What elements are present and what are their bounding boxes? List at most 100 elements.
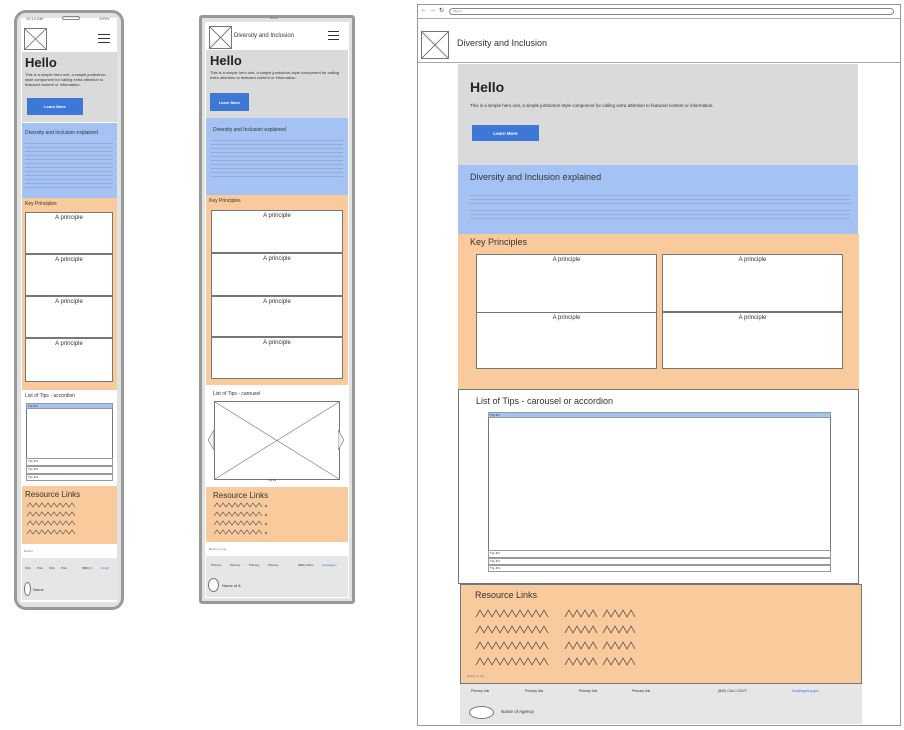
desktop-resource-title: Resource Links [475,590,538,600]
desktop-principle-card[interactable]: A principle [662,312,843,369]
desktop-principle-card[interactable]: A principle [476,254,657,313]
tablet-return-link[interactable]: Return to top [209,547,226,551]
tablet-footer-link[interactable]: Primary [211,563,221,567]
tablet-footer-link[interactable]: Primary [268,563,278,567]
desktop-tips-item-open[interactable]: Tip #1 [488,412,831,418]
principle-label: A principle [552,315,581,321]
mobile-return-link[interactable]: Return [24,549,33,553]
tablet-explained-title: Diversity and Inclusion explained [213,127,286,133]
mobile-principle-card[interactable]: A principle [25,212,113,254]
desktop-key-principles-title: Key Principles [470,237,528,247]
desktop-principle-card[interactable]: A principle [476,312,657,369]
principle-label: A principle [263,256,291,262]
principle-label: A principle [55,341,83,347]
desktop-header-divider [418,62,900,63]
tablet-carousel-prev-arrow-icon[interactable] [208,430,214,450]
mobile-agency-logo-icon [24,582,31,596]
tablet-footer-link[interactable]: Primary [230,563,240,567]
tablet-hamburger-menu-icon[interactable] [328,31,339,43]
principle-label: A principle [738,257,767,263]
mobile-footer-link[interactable]: Prim [49,566,55,570]
tablet-footer-email[interactable]: info@agen [322,563,337,567]
desktop-url-text: https:// [453,9,463,13]
desktop-learn-more-button[interactable]: Learn More [472,125,539,141]
mobile-explained-body-text [25,143,113,190]
tablet-hero-title: Hello [210,53,242,68]
mobile-accordion-item[interactable]: Tip #3 [26,466,113,474]
mobile-resource-links-squiggle[interactable] [26,502,78,538]
mobile-hero-title: Hello [25,55,57,70]
mobile-footer-link[interactable]: Prim [61,566,67,570]
tablet-footer-link[interactable]: Primary [249,563,259,567]
mobile-hero-text: This is a simple hero unit, a simple jum… [25,72,107,87]
mobile-accordion-item[interactable]: Tip #2 [26,458,113,466]
desktop-footer-link[interactable]: Primary link [579,689,597,693]
mobile-speaker-icon [62,16,80,20]
tablet-principle-card[interactable]: A principle [211,253,343,296]
desktop-refresh-icon[interactable]: ↻ [439,7,444,14]
tablet-logo-placeholder-icon [209,26,232,49]
desktop-agency-logo-icon [469,706,494,719]
desktop-agency-name: Name of Agency [501,709,535,714]
desktop-forward-icon[interactable]: → [430,7,436,13]
mobile-logo-placeholder-icon [24,28,47,50]
desktop-logo-placeholder-icon [421,31,449,59]
desktop-tips-list [488,412,831,572]
desktop-principle-card[interactable]: A principle [662,254,843,312]
tablet-key-principles-title: Key Principles [209,198,241,204]
desktop-footer-link[interactable]: Primary link [525,689,543,693]
tablet-carousel-next-arrow-icon[interactable] [338,430,344,450]
principle-label: A principle [263,340,291,346]
tablet-learn-more-button[interactable]: Learn More [210,93,249,111]
desktop-tips-item[interactable]: Tip #2 [488,550,831,558]
mobile-footer-link[interactable]: Prim [25,566,31,570]
tablet-hero-text: This is a simple hero unit, a simple jum… [210,70,339,80]
mobile-status-time: 10:10 AM [26,16,43,21]
desktop-hero [458,64,858,165]
desktop-footer-email[interactable]: info@agency.gov [792,689,819,693]
tablet-nav-title: Diversity and Inclusion [234,33,295,39]
mobile-agency-name: Name [33,587,44,592]
mobile-footer-email[interactable]: info@ [101,566,109,570]
mobile-tips-title: List of Tips - accordion [25,393,76,399]
mobile-resource-title: Resource Links [25,490,81,499]
tablet-principle-card[interactable]: A principle [211,337,343,379]
principle-label: A principle [55,257,83,263]
mobile-accordion-item[interactable]: Tip #4 [26,474,113,481]
mobile-explained-title: Diversity and Inclusion explained [25,130,98,136]
principle-label: A principle [263,213,291,219]
desktop-hero-title: Hello [470,79,505,95]
principle-label: A principle [55,215,83,221]
mobile-accordion-item-open[interactable]: Tip #1 [26,403,113,409]
desktop-tips-item[interactable]: Tip #3 [488,558,831,565]
mobile-key-principles-title: Key Principles [25,201,57,207]
desktop-footer-link[interactable]: Primary link [471,689,489,693]
mobile-status-battery: 100% [99,16,110,21]
tablet-agency-name: Name of A [222,583,241,588]
principle-label: A principle [552,257,581,263]
tablet-footer-phone: (800) CALL- [298,563,315,567]
mobile-hamburger-menu-icon[interactable] [98,34,110,46]
mobile-principle-card[interactable]: A principle [25,296,113,338]
tablet-carousel-image-placeholder[interactable] [214,401,340,480]
mobile-learn-more-button[interactable]: Learn More [27,98,83,115]
desktop-nav-title: Diversity and Inclusion [457,38,548,48]
principle-label: A principle [263,299,291,305]
desktop-hero-text: This is a simple hero unit, a simple jum… [470,103,714,108]
desktop-return-link[interactable]: Return to top [467,674,484,678]
mobile-footer-phone: (800) C [82,566,93,570]
desktop-explained-body-text [470,210,850,220]
mobile-principle-card[interactable]: A principle [25,254,113,296]
principle-label: A principle [738,315,767,321]
desktop-address-bar[interactable]: https:// [449,8,894,15]
desktop-footer-link[interactable]: Primary link [632,689,650,693]
tablet-principle-card[interactable]: A principle [211,210,343,253]
mobile-footer-link[interactable]: Prim [37,566,43,570]
desktop-tips-item[interactable]: Tip #4 [488,565,831,572]
desktop-resource-links-squiggle[interactable] [475,607,635,667]
principle-label: A principle [55,299,83,305]
tablet-principle-card[interactable]: A principle [211,296,343,337]
tablet-resource-links-squiggle[interactable] [213,502,269,538]
desktop-back-icon[interactable]: ← [421,7,427,13]
mobile-principle-card[interactable]: A principle [25,338,113,382]
